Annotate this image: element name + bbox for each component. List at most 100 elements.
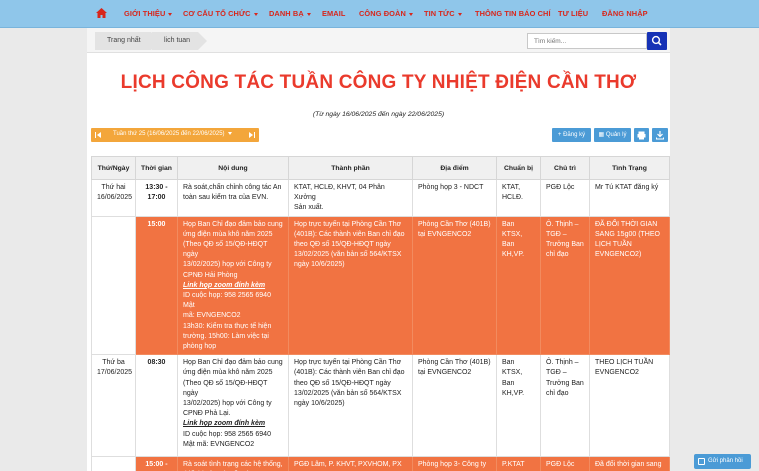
nav-item-0[interactable]: GIỚI THIỆU [124,9,173,18]
column-header: Chuẩn bị [496,156,541,180]
nav-item-3[interactable]: EMAIL [322,9,346,18]
cell-members: Họp trực tuyến tại Phòng Cần Thơ (401B): … [288,215,413,356]
cell-line: KTAT, HCLĐ, KHVT, 04 Phân Xưởng [294,184,385,202]
cell-line: EVNGENCO2) [595,251,642,259]
cell-line: 13:30 - [145,184,168,191]
prev-week-icon[interactable] [97,132,101,138]
cell-line: Thứ hai [101,184,126,191]
zoom-link[interactable]: Link họp zoom đính kèm [183,281,283,291]
cell-content: Rà soát tình trạng các hệ thống,thiết bị… [177,456,289,471]
nav-item-6[interactable]: THÔNG TIN BÁO CHÍ [475,9,551,18]
cell-location: Phòng họp 3 - NDCT [412,179,497,217]
cell-line: 13/02/2025 (văn bản số 564/KTSX [294,251,402,259]
breadcrumb-current[interactable]: lich tuan [152,32,207,50]
print-icon [637,131,646,140]
register-button[interactable]: + Đăng ký [552,128,591,142]
cell-line: ứng điện mùa khô năm 2025 [183,230,273,238]
cell-line: tại EVNGENCO2 [418,369,472,377]
nav-item-7[interactable]: TƯ LIỆU [558,9,588,18]
week-label: Tuần thứ 25 (16/06/2025 đến 22/06/2025) [113,131,232,137]
week-selector[interactable]: Tuần thứ 25 (16/06/2025 đến 22/06/2025) [91,128,259,142]
cell-line: KTAT, [502,184,521,191]
cell-time: 15:00 -17:00 [135,456,178,471]
cell-prepare: P.KTAT [496,456,541,471]
nav-item-2[interactable]: DANH BẠ [269,9,311,18]
cell-line: PGĐ Lộc [546,461,575,469]
cell-members: Họp trực tuyến tại Phòng Cần Thơ (401B): … [288,354,413,458]
cell-line: THEO LỊCH TUẦN [595,359,654,367]
cell-line: Phòng họp 3- Công ty [418,461,487,469]
cell-prepare: KTAT, HCLĐ. [496,179,541,217]
cell-location: Phòng Cần Thơ (401B) tại EVNGENCO2 [412,354,497,458]
cell-line: Đã đổi thời gian sang [595,461,662,469]
edit-icon [698,458,705,465]
cell-content: Họp Ban Chỉ đạo đảm bảo cung ứng điện mùa… [177,215,289,356]
cell-line: ngày 10/6/2025) [294,400,345,408]
cell-line: 13h30: Kiểm tra thực tế hiện [183,322,272,330]
cell-day [91,456,136,471]
nav-item-1[interactable]: CƠ CẤU TỔ CHỨC [183,9,258,18]
cell-line: Ô. Thịnh – [546,220,579,228]
cell-status: ĐÃ ĐỔI THỜI GIAN SANG 15g00 (THEO LỊCH TUẦ… [589,215,670,356]
feedback-button[interactable]: Gửi phản hồi [694,454,751,469]
cell-line: Phòng Cần Thơ (401B) [418,220,491,228]
column-header: Thời gian [135,156,178,180]
cell-line: EVNGENCO2 [595,369,639,377]
chevron-down-icon [306,12,311,16]
cell-line: toàn sau kiểm tra của EVN. [183,194,269,202]
cell-line: theo QĐ số 15/QĐ-HĐQT ngày [294,379,391,387]
cell-line: Mr Tú KTAT đăng ký [595,184,659,191]
chevron-down-icon [253,12,258,16]
cell-line: Sản xuất. [294,204,324,212]
nav-item-8[interactable]: ĐĂNG NHẬP [602,9,648,18]
cell-time: 15:00 [135,215,178,356]
search-button[interactable] [647,32,667,50]
cell-line: chỉ đạo [546,251,569,259]
nav-item-5[interactable]: TIN TỨC [424,9,462,18]
cell-line: PGĐ Lộc [546,184,575,191]
cell-status: Đã đổi thời gian sang15g00 [589,456,670,471]
cell-line: Trưởng Ban [546,379,584,387]
cell-line: TGĐ – [546,369,567,377]
cell-line: Trưởng Ban [546,241,584,249]
home-icon[interactable] [96,8,107,18]
table-header: Thứ/Ngày Thời gian Nội dung Thành phần Địa đ… [91,156,670,180]
cell-line: LỊCH TUẦN [595,241,632,249]
cell-line: ngày 10/6/2025) [294,261,345,269]
table-row: Thứ ba 17/06/2025 08:30 Họp Ban Chỉ đạo đảm… [91,354,670,458]
cell-location: Phòng Cần Thơ (401B) tại EVNGENCO2 [412,215,497,356]
cell-time: 13:30 - 17:00 [135,179,178,217]
cell-line: 15:00 - [145,461,168,469]
cell-line: Rà soát tình trạng các hệ thống, [183,461,283,469]
cell-day [91,215,136,356]
cell-line: chỉ đạo [546,389,569,397]
search-input[interactable] [527,33,647,49]
breadcrumb-home[interactable]: Trang nhất [95,32,160,50]
column-header: Thành phần [288,156,413,180]
manage-button[interactable]: ▦ Quản lý [594,128,631,142]
cell-line: mã: EVNGENCO2 [183,312,241,320]
last-week-icon [254,132,255,138]
cell-line: 17:00 [147,194,166,202]
cell-line: CPNĐ Hải Phòng [183,271,238,279]
column-header: Nội dung [177,156,289,180]
cell-line: ID cuộc họp: 958 2565 6940 Mật [183,292,271,310]
cell-line: (401B): Các thành viên Ban chỉ đạo [294,230,405,238]
cell-chair: Ô. Thịnh – TGĐ – Trưởng Ban chỉ đạo [540,215,590,356]
next-week-icon[interactable] [249,132,253,138]
print-button[interactable] [634,128,649,142]
cell-line: P.KTAT [502,461,525,469]
download-icon [656,131,664,140]
cell-content: Họp Ban Chỉ đạo đảm bảo cung ứng điện mùa… [177,354,289,458]
zoom-link[interactable]: Link họp zoom đính kèm [183,419,283,429]
cell-line: trường. 15h00: Làm việc tại [183,332,269,340]
column-header: Địa điểm [412,156,497,180]
column-header: Chủ trì [540,156,590,180]
download-button[interactable] [652,128,668,142]
cell-status: Mr Tú KTAT đăng ký [589,179,670,217]
cell-line: Thứ ba [102,359,125,367]
cell-chair: Ô. Thịnh – TGĐ – Trưởng Ban chỉ đạo [540,354,590,458]
page-title: LỊCH CÔNG TÁC TUẦN CÔNG TY NHIỆT ĐIỆN CẦ… [120,72,637,93]
cell-line: 16/06/2025 [97,194,133,202]
nav-item-4[interactable]: CÔNG ĐOÀN [359,9,413,18]
